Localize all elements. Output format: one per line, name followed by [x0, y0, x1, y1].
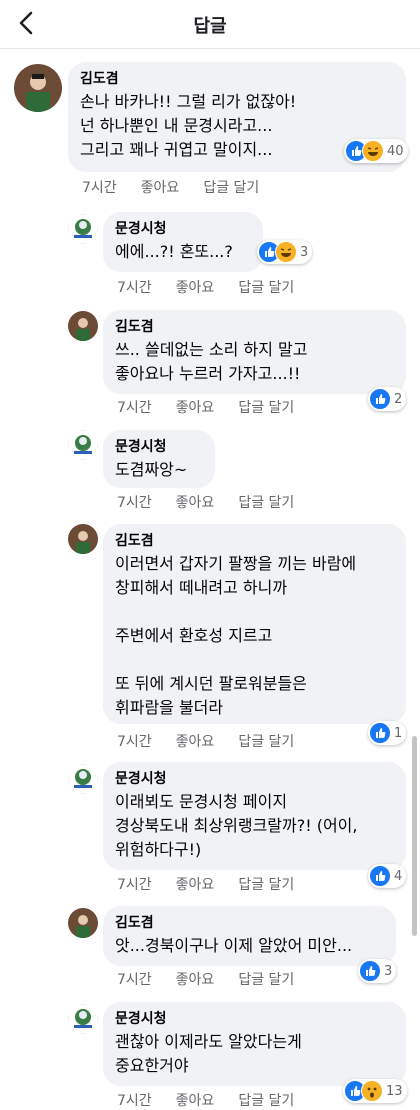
- comment-author[interactable]: 김도겸: [115, 914, 384, 932]
- comment-text-line: 좋아요나 누르러 가자고...!!: [115, 364, 301, 383]
- timestamp: 7시간: [117, 972, 152, 988]
- comment-text-line: 주변에서 환호성 지르고: [115, 626, 273, 645]
- reaction-count: 4: [394, 868, 403, 884]
- comment-text-line: 이러면서 갑자기 팔짱을 끼는 바람에: [115, 554, 357, 573]
- like-button[interactable]: 좋아요: [176, 734, 215, 750]
- comment-text-line: 경상북도내 최상위랭크랄까?! (어이,: [115, 816, 358, 835]
- comment-actions: 7시간 좋아요 답글 달기: [117, 397, 318, 417]
- comment-actions: 7시간 좋아요 답글 달기: [117, 731, 318, 751]
- haha-reaction-icon: [275, 241, 297, 263]
- like-reaction-icon: [369, 865, 391, 887]
- comment-text-line: 도겸짜앙~: [115, 460, 188, 479]
- reaction-count: 13: [386, 1083, 403, 1099]
- timestamp: 7시간: [117, 877, 152, 893]
- comment-bubble: 김도겸 앗...경북이구나 이제 알았어 미안...: [103, 906, 396, 966]
- reply-button[interactable]: 답글 달기: [238, 734, 294, 750]
- reaction-summary[interactable]: 3: [358, 959, 397, 983]
- comment-bubble: 문경시청 괜찮아 이제라도 알았다는게 중요한거야: [103, 1002, 406, 1086]
- comment-actions: 7시간 좋아요 답글 달기: [117, 874, 318, 894]
- like-reaction-icon: [369, 722, 391, 744]
- timestamp: 7시간: [117, 495, 152, 511]
- timestamp: 7시간: [117, 400, 152, 416]
- avatar[interactable]: [14, 64, 62, 112]
- comment-text-line: 넌 하나뿐인 내 문경시라고...: [80, 116, 273, 135]
- comment-text-line: 쓰.. 쓸데없는 소리 하지 말고: [115, 340, 308, 359]
- reaction-summary[interactable]: 3: [257, 240, 313, 264]
- reaction-summary[interactable]: 40: [344, 139, 408, 163]
- comment-text-line: 이래뵈도 문경시청 페이지: [115, 792, 288, 811]
- haha-reaction-icon: [362, 140, 384, 162]
- avatar[interactable]: [68, 1004, 98, 1034]
- comment-bubble: 김도겸 쓰.. 쓸데없는 소리 하지 말고 좋아요나 누르러 가자고...!!: [103, 310, 406, 394]
- reaction-count: 3: [300, 244, 309, 260]
- like-button[interactable]: 좋아요: [176, 972, 215, 988]
- like-reaction-icon: [359, 960, 381, 982]
- like-button[interactable]: 좋아요: [141, 180, 180, 196]
- comment-text-line: 중요한거야: [115, 1056, 189, 1075]
- reply-button[interactable]: 답글 달기: [238, 400, 294, 416]
- comment-actions: 7시간 좋아요 답글 달기: [117, 1090, 318, 1110]
- page-title: 답글: [193, 16, 227, 37]
- comment-author[interactable]: 문경시청: [115, 1010, 394, 1028]
- comment-actions: 7시간 좋아요 답글 달기: [117, 277, 318, 297]
- comment-author[interactable]: 문경시청: [115, 220, 251, 238]
- comment-text-line: 휘파람을 불더라: [115, 698, 224, 717]
- avatar[interactable]: [68, 311, 98, 341]
- top-bar: 답글: [0, 0, 420, 49]
- comment-text-line: 앗...경북이구나 이제 알았어 미안...: [115, 936, 353, 955]
- reaction-count: 40: [387, 143, 404, 159]
- avatar[interactable]: [68, 430, 98, 460]
- reply-button[interactable]: 답글 달기: [238, 972, 294, 988]
- comment-author[interactable]: 문경시청: [115, 770, 394, 788]
- comment-author[interactable]: 김도겸: [115, 532, 394, 550]
- comment-bubble: 문경시청 도겸짜앙~: [103, 430, 215, 488]
- timestamp: 7시간: [117, 280, 152, 296]
- avatar[interactable]: [68, 764, 98, 794]
- comment-text-line: 에에...?! 혼또...?: [115, 242, 233, 261]
- timestamp: 7시간: [117, 1093, 152, 1109]
- comment-bubble: 문경시청 이래뵈도 문경시청 페이지 경상북도내 최상위랭크랄까?! (어이, …: [103, 762, 406, 870]
- avatar[interactable]: [68, 214, 98, 244]
- comment-author[interactable]: 김도겸: [115, 318, 394, 336]
- reaction-count: 2: [394, 391, 403, 407]
- reaction-count: 1: [394, 725, 403, 741]
- comment-actions: 7시간 좋아요 답글 달기: [117, 492, 318, 512]
- comment-actions: 7시간 좋아요 답글 달기: [117, 969, 318, 989]
- avatar[interactable]: [68, 524, 98, 554]
- like-button[interactable]: 좋아요: [176, 1093, 215, 1109]
- reaction-summary[interactable]: 1: [368, 721, 407, 745]
- like-button[interactable]: 좋아요: [176, 280, 215, 296]
- comment-author[interactable]: 김도겸: [80, 70, 394, 88]
- reaction-count: 3: [384, 963, 393, 979]
- comment-text-line: 창피해서 떼내려고 하니까: [115, 578, 288, 597]
- reply-button[interactable]: 답글 달기: [203, 180, 259, 196]
- reply-button[interactable]: 답글 달기: [238, 495, 294, 511]
- comment-text-line: 또 뒤에 계시던 팔로워분들은: [115, 674, 307, 693]
- scrollbar[interactable]: [412, 736, 417, 936]
- like-button[interactable]: 좋아요: [176, 495, 215, 511]
- comment-author[interactable]: 문경시청: [115, 438, 203, 456]
- like-reaction-icon: [369, 388, 391, 410]
- reaction-summary[interactable]: 4: [368, 864, 407, 888]
- reply-button[interactable]: 답글 달기: [238, 877, 294, 893]
- comment-bubble: 문경시청 에에...?! 혼또...?: [103, 212, 263, 272]
- comment-text-line: 위험하다구!): [115, 840, 202, 859]
- comment-actions: 7시간 좋아요 답글 달기: [82, 177, 283, 197]
- timestamp: 7시간: [117, 734, 152, 750]
- comment-text-line: 괜찮아 이제라도 알았다는게: [115, 1032, 302, 1051]
- reaction-summary[interactable]: 13: [343, 1079, 407, 1103]
- wow-reaction-icon: [361, 1080, 383, 1102]
- avatar[interactable]: [68, 908, 98, 938]
- comment-text-line: 손나 바카나!! 그럴 리가 없잖아!: [80, 92, 297, 111]
- reaction-summary[interactable]: 2: [368, 387, 407, 411]
- comment-bubble: 김도겸 이러면서 갑자기 팔짱을 끼는 바람에 창피해서 떼내려고 하니까 주변…: [103, 524, 406, 724]
- like-button[interactable]: 좋아요: [176, 400, 215, 416]
- timestamp: 7시간: [82, 180, 117, 196]
- reply-button[interactable]: 답글 달기: [238, 1093, 294, 1109]
- reply-button[interactable]: 답글 달기: [238, 280, 294, 296]
- like-button[interactable]: 좋아요: [176, 877, 215, 893]
